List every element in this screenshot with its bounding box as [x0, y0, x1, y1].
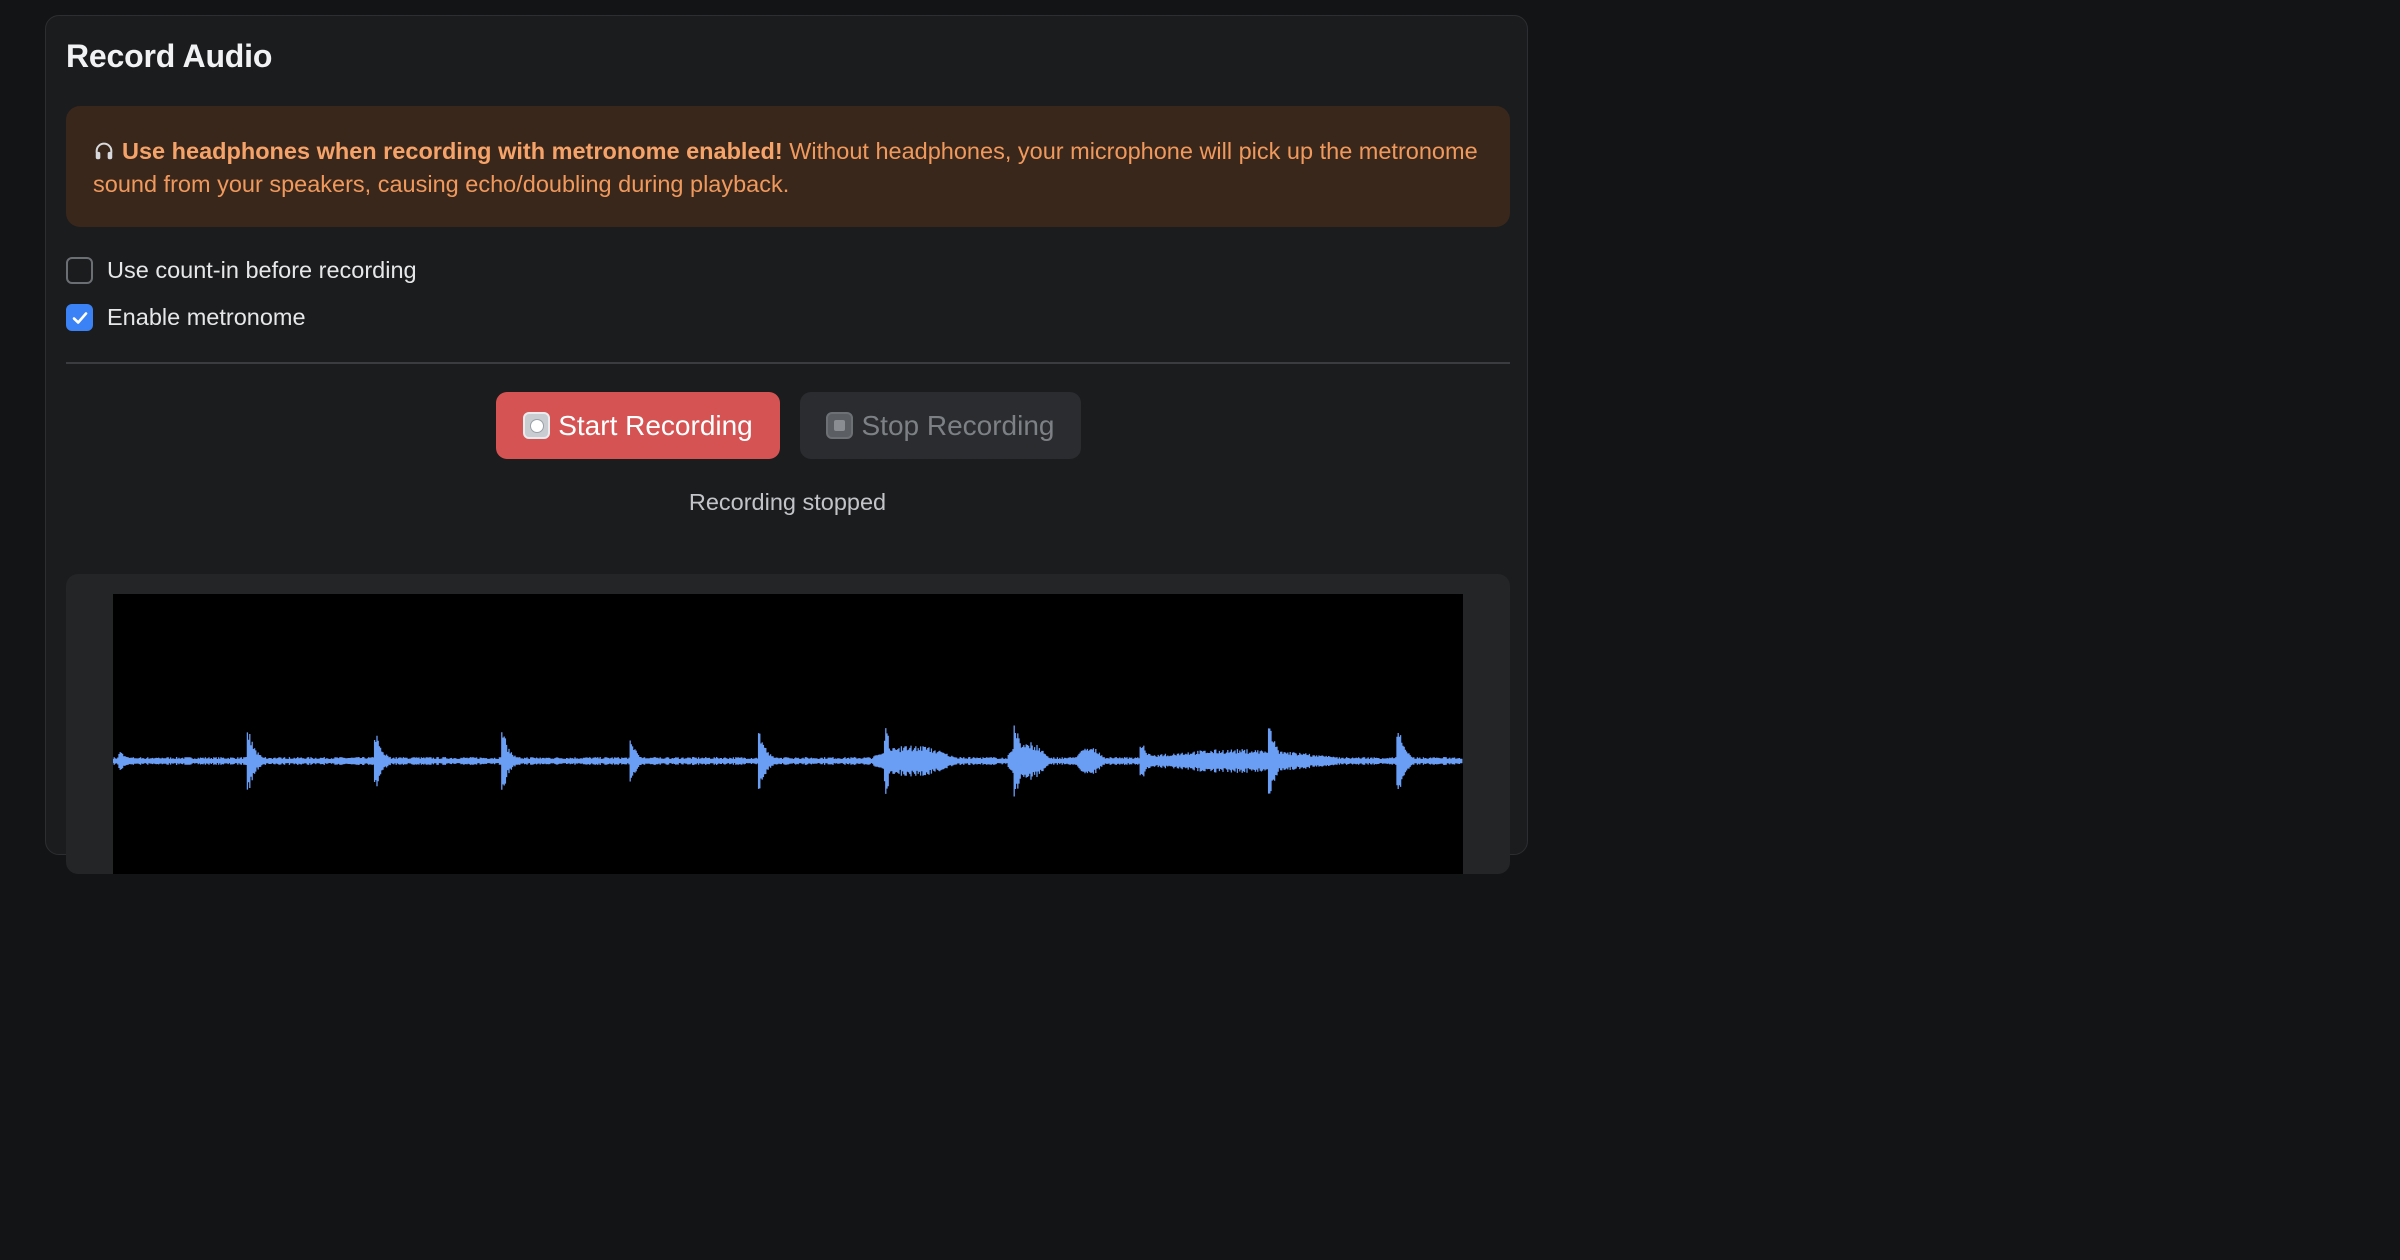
start-recording-label: Start Recording: [558, 409, 753, 441]
record-audio-panel: Record Audio Use headphones when recordi…: [45, 15, 1528, 874]
record-icon: [523, 412, 551, 439]
checkmark-icon: [72, 311, 87, 324]
count-in-option[interactable]: Use count-in before recording: [66, 257, 417, 284]
metronome-label: Enable metronome: [107, 304, 306, 330]
start-recording-button[interactable]: Start Recording: [496, 392, 780, 459]
warning-bold-text: Use headphones when recording with metro…: [122, 138, 783, 164]
waveform-container: [66, 574, 1510, 874]
divider: [66, 362, 1510, 364]
count-in-checkbox[interactable]: [66, 257, 93, 284]
metronome-option[interactable]: Enable metronome: [66, 304, 306, 331]
headphones-warning: Use headphones when recording with metro…: [66, 106, 1510, 227]
headphones-icon: [95, 142, 113, 160]
count-in-label: Use count-in before recording: [107, 257, 417, 283]
panel-title: Record Audio: [66, 38, 273, 74]
stop-recording-button[interactable]: Stop Recording: [800, 392, 1081, 459]
stop-icon: [826, 412, 854, 439]
stop-recording-label: Stop Recording: [861, 409, 1055, 441]
waveform-trace: [113, 725, 1463, 797]
metronome-checkbox[interactable]: [66, 304, 93, 331]
recording-status: Recording stopped: [688, 489, 887, 515]
waveform-display[interactable]: [113, 594, 1463, 874]
